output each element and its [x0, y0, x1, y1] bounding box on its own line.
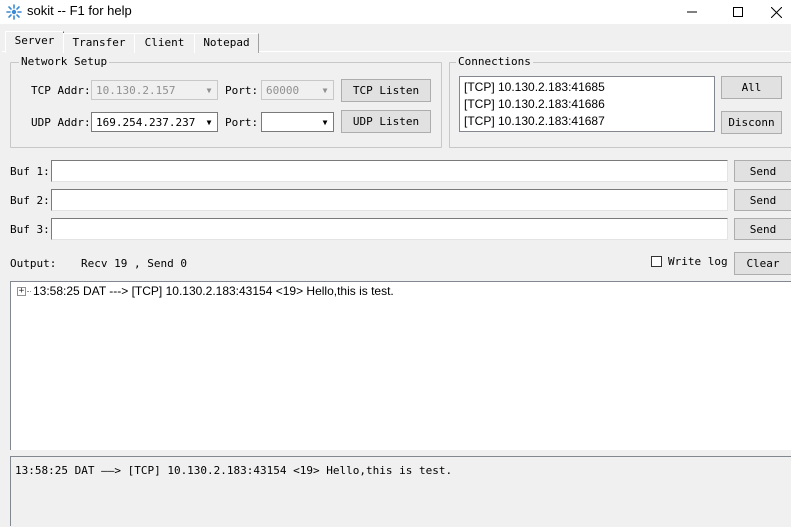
connections-title: Connections	[456, 55, 533, 68]
tree-connector	[27, 291, 31, 292]
app-logo-icon	[6, 4, 22, 20]
connections-list[interactable]: [TCP] 10.130.2.183:41685 [TCP] 10.130.2.…	[459, 76, 715, 132]
tcp-port-value: 60000	[266, 84, 300, 97]
udp-port-label: Port:	[225, 116, 259, 129]
minimize-icon	[687, 11, 697, 13]
chevron-down-icon: ▼	[322, 85, 328, 95]
tcp-port-combo: 60000 ▼	[261, 80, 334, 100]
connection-item[interactable]: [TCP] 10.130.2.183:41687	[460, 113, 714, 130]
buf1-label: Buf 1:	[10, 165, 50, 178]
tab-client[interactable]: Client	[134, 33, 195, 53]
expand-icon[interactable]: +	[17, 287, 26, 296]
udp-port-combo[interactable]: ▼	[261, 112, 334, 132]
connection-item[interactable]: [TCP] 10.130.2.183:41686	[460, 96, 714, 113]
buf1-send-button[interactable]: Send	[734, 160, 791, 182]
chevron-down-icon: ▼	[206, 85, 212, 95]
tree-item[interactable]: 13:58:25 DAT ---> [TCP] 10.130.2.183:431…	[33, 284, 394, 298]
title-bar: sokit -- F1 for help	[0, 0, 791, 24]
tcp-addr-label: TCP Addr:	[31, 84, 91, 97]
buf1-input[interactable]	[51, 160, 728, 182]
tcp-listen-button[interactable]: TCP Listen	[341, 79, 431, 102]
buf3-input[interactable]	[51, 218, 728, 240]
close-icon	[770, 6, 782, 18]
window-title: sokit -- F1 for help	[27, 3, 132, 18]
output-detail-text: 13:58:25 DAT ——> [TCP] 10.130.2.183:4315…	[15, 464, 453, 477]
all-button[interactable]: All	[721, 76, 782, 99]
maximize-button[interactable]	[715, 0, 761, 24]
connection-item[interactable]: [TCP] 10.130.2.183:41685	[460, 79, 714, 96]
disconn-button[interactable]: Disconn	[721, 111, 782, 134]
write-log-checkbox[interactable]	[651, 256, 662, 267]
buf2-label: Buf 2:	[10, 194, 50, 207]
close-button[interactable]	[761, 0, 791, 24]
udp-listen-button[interactable]: UDP Listen	[341, 110, 431, 133]
tab-transfer[interactable]: Transfer	[63, 33, 135, 53]
buf3-label: Buf 3:	[10, 223, 50, 236]
output-tree[interactable]: + 13:58:25 DAT ---> [TCP] 10.130.2.183:4…	[10, 281, 791, 450]
maximize-icon	[733, 7, 743, 17]
udp-addr-combo[interactable]: 169.254.237.237 ▼	[91, 112, 218, 132]
buf2-input[interactable]	[51, 189, 728, 211]
output-stats: Recv 19 , Send 0	[81, 257, 187, 270]
buf2-send-button[interactable]: Send	[734, 189, 791, 211]
network-setup-group	[10, 62, 442, 148]
output-detail[interactable]: 13:58:25 DAT ——> [TCP] 10.130.2.183:4315…	[10, 456, 791, 526]
tab-notepad[interactable]: Notepad	[194, 33, 259, 53]
output-label: Output:	[10, 257, 57, 270]
tcp-addr-value: 10.130.2.157	[96, 84, 176, 97]
write-log-label[interactable]: Write log	[668, 255, 728, 268]
buf3-send-button[interactable]: Send	[734, 218, 791, 240]
network-setup-title: Network Setup	[19, 55, 110, 68]
tcp-addr-combo: 10.130.2.157 ▼	[91, 80, 218, 100]
udp-addr-value: 169.254.237.237	[96, 116, 196, 129]
clear-button[interactable]: Clear	[734, 252, 791, 275]
tcp-port-label: Port:	[225, 84, 259, 97]
udp-addr-label: UDP Addr:	[31, 116, 91, 129]
minimize-button[interactable]	[669, 0, 715, 24]
chevron-down-icon[interactable]: ▼	[201, 113, 217, 131]
tab-server[interactable]: Server	[5, 31, 64, 53]
chevron-down-icon[interactable]: ▼	[317, 113, 333, 131]
